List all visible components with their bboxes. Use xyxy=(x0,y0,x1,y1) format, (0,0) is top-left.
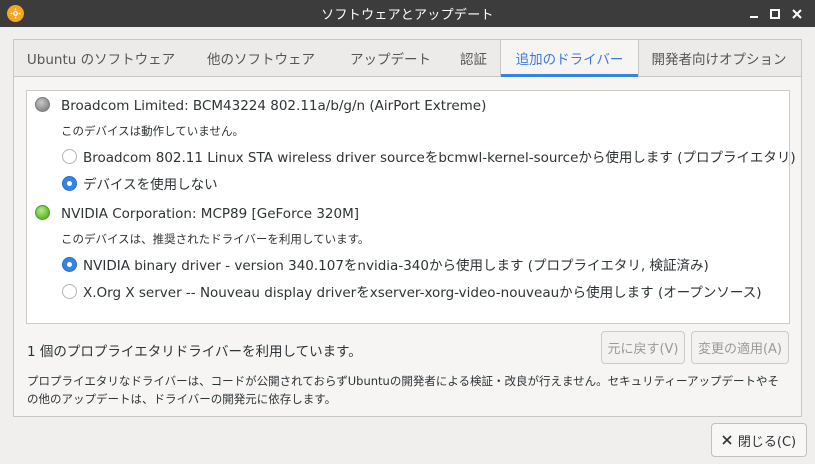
driver-summary: 1 個のプロプライエタリドライバーを利用しています。 xyxy=(27,344,362,360)
tab-other-software[interactable]: 他のソフトウェア xyxy=(188,40,334,76)
close-button-label: 閉じる(C) xyxy=(737,434,797,450)
driver-option-label: NVIDIA binary driver - version 340.107をn… xyxy=(83,258,709,274)
device-status-text: このデバイスは、推奨されたドライバーを利用しています。 xyxy=(61,232,370,246)
radio-button[interactable] xyxy=(62,148,77,164)
tab-authentication[interactable]: 認証 xyxy=(447,40,500,76)
window-title: ソフトウェアとアップデート xyxy=(321,8,494,23)
tab-bar: Ubuntu のソフトウェア 他のソフトウェア アップデート 認証 追加のドライ… xyxy=(14,40,801,77)
revert-button[interactable]: 元に戻す(V) xyxy=(601,331,685,364)
tab-additional-drivers[interactable]: 追加のドライバー xyxy=(500,40,639,77)
close-icon xyxy=(722,435,732,445)
gear-icon xyxy=(7,5,24,22)
maximize-icon[interactable] xyxy=(765,4,785,24)
driver-option-label: X.Org X server -- Nouveau display driver… xyxy=(83,285,762,301)
close-icon[interactable] xyxy=(787,4,807,24)
minimize-icon[interactable] xyxy=(744,4,764,24)
close-button[interactable]: 閉じる(C) xyxy=(711,423,807,457)
driver-option-label: Broadcom 802.11 Linux STA wireless drive… xyxy=(83,150,796,166)
tab-developer-options[interactable]: 開発者向けオプション xyxy=(639,40,799,76)
apply-button[interactable]: 変更の適用(A) xyxy=(691,331,789,364)
tab-updates[interactable]: アップデート xyxy=(334,40,447,76)
proprietary-notice: プロプライエタリなドライバーは、コードが公開されておらずUbuntuの開発者によ… xyxy=(27,374,779,406)
driver-option-label: デバイスを使用しない xyxy=(83,177,218,193)
driver-option[interactable]: X.Org X server -- Nouveau display driver… xyxy=(62,281,762,301)
driver-option[interactable]: Broadcom 802.11 Linux STA wireless drive… xyxy=(62,146,796,166)
radio-button[interactable] xyxy=(62,256,77,272)
device-status-indicator xyxy=(35,205,50,220)
driver-option[interactable]: デバイスを使用しない xyxy=(62,173,218,193)
device-status-indicator xyxy=(35,97,50,112)
driver-list: Broadcom Limited: BCM43224 802.11a/b/g/n… xyxy=(26,90,796,324)
radio-button[interactable] xyxy=(62,283,77,299)
driver-option[interactable]: NVIDIA binary driver - version 340.107をn… xyxy=(62,254,709,274)
notebook: Ubuntu のソフトウェア 他のソフトウェア アップデート 認証 追加のドライ… xyxy=(13,39,802,417)
device-name: NVIDIA Corporation: MCP89 [GeForce 320M] xyxy=(61,206,360,222)
radio-button[interactable] xyxy=(62,175,77,191)
device-status-text: このデバイスは動作していません。 xyxy=(61,124,244,138)
device-name: Broadcom Limited: BCM43224 802.11a/b/g/n… xyxy=(61,98,487,114)
title-bar: ソフトウェアとアップデート xyxy=(0,0,815,27)
tab-ubuntu-software[interactable]: Ubuntu のソフトウェア xyxy=(14,40,188,76)
